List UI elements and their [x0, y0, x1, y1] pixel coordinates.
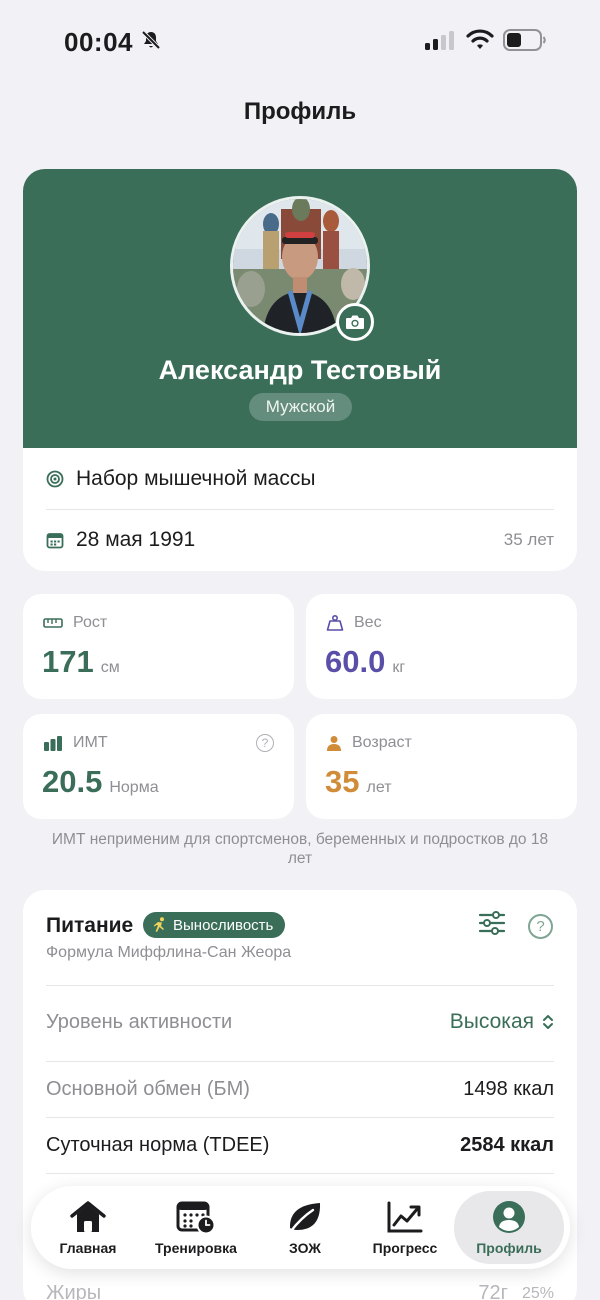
status-bar: 00:04 [0, 0, 600, 80]
weight-value: 60.0 [325, 644, 386, 679]
tdee-label: Суточная норма (TDEE) [46, 1134, 270, 1156]
tab-progress[interactable]: Прогресс [350, 1191, 460, 1264]
divider [46, 1061, 554, 1062]
height-value: 171 [42, 644, 94, 679]
bmi-label: ИМТ [73, 734, 108, 751]
bmr-label: Основной обмен (БМ) [46, 1078, 250, 1100]
tab-profile-label: Профиль [476, 1240, 542, 1256]
bmi-help-icon[interactable]: ? [256, 734, 274, 752]
birthdate-row[interactable]: 28 мая 1991 35 лет [46, 528, 554, 552]
formula-text: Формула Миффлина-Сан Жеора [46, 944, 292, 961]
bmi-value: 20.5 [42, 764, 103, 799]
bmr-value: 1498 ккал [463, 1078, 554, 1100]
fat-row: Жиры 72г 25% [46, 1282, 554, 1300]
user-name: Александр Тестовый [158, 355, 442, 385]
fat-percent: 25% [521, 1284, 554, 1300]
bmi-note: ИМТ неприменим для спортсменов, беременн… [51, 831, 549, 867]
weight-card[interactable]: Вес 60.0 кг [306, 594, 577, 699]
endurance-badge-label: Выносливость [173, 916, 274, 934]
tab-zozh[interactable]: ЗОЖ [250, 1191, 360, 1264]
battery-icon [503, 29, 546, 51]
divider [46, 985, 554, 986]
height-label: Рост [73, 614, 108, 631]
fat-value: 72г [478, 1282, 508, 1300]
tab-home-label: Главная [59, 1240, 117, 1256]
height-card[interactable]: Рост 171 см [23, 594, 294, 699]
divider [46, 1173, 554, 1174]
bmi-status: Норма [109, 779, 159, 796]
tab-profile[interactable]: Профиль [454, 1191, 564, 1264]
change-photo-button[interactable] [336, 303, 374, 341]
leaf-icon [289, 1203, 321, 1233]
birthdate-text: 28 мая 1991 [76, 528, 196, 551]
goal-row[interactable]: Набор мышечной массы [46, 467, 554, 491]
activity-select[interactable]: Высокая [450, 1010, 554, 1034]
tab-zozh-label: ЗОЖ [289, 1240, 321, 1256]
ruler-icon [43, 618, 63, 628]
nutrition-help-icon[interactable]: ? [528, 914, 553, 939]
tdee-value: 2584 ккал [460, 1134, 554, 1156]
nutrition-title: Питание [46, 914, 134, 937]
tab-progress-label: Прогресс [372, 1240, 438, 1256]
tab-home[interactable]: Главная [33, 1191, 143, 1264]
camera-icon [346, 315, 364, 329]
tab-training-label: Тренировка [155, 1240, 237, 1256]
profile-header: Александр Тестовый Мужской [23, 169, 577, 448]
settings-sliders-icon[interactable] [478, 910, 506, 936]
activity-row[interactable]: Уровень активности Высокая [46, 1010, 554, 1034]
chart-up-icon [387, 1201, 423, 1233]
target-icon [46, 470, 64, 488]
activity-value: Высокая [449, 1010, 534, 1033]
goal-text: Набор мышечной массы [76, 467, 316, 490]
wifi-icon [466, 29, 494, 49]
divider [46, 509, 554, 510]
calendar-icon [46, 533, 64, 549]
bar-chart-icon [44, 736, 62, 751]
chevron-up-down-icon [543, 1015, 553, 1029]
calendar-clock-icon [176, 1201, 216, 1234]
person-icon [327, 736, 341, 751]
house-icon [70, 1201, 106, 1232]
runner-icon [153, 917, 164, 932]
height-unit: см [100, 659, 120, 676]
activity-label: Уровень активности [46, 1010, 233, 1033]
endurance-badge[interactable]: Выносливость [143, 912, 286, 938]
tab-training[interactable]: Тренировка [141, 1191, 251, 1264]
bell-muted-icon [141, 30, 161, 50]
profile-card: Александр Тестовый Мужской Набор мышечно… [23, 169, 577, 571]
age-unit: лет [366, 779, 392, 796]
weight-unit: кг [392, 659, 406, 676]
tab-bar: Главная Тренировка ЗОЖ Прогресс Профиль [31, 1186, 570, 1269]
weight-label: Вес [354, 614, 382, 631]
divider [46, 1117, 554, 1118]
bmr-row: Основной обмен (БМ) 1498 ккал [46, 1078, 554, 1101]
tdee-row: Суточная норма (TDEE) 2584 ккал [46, 1134, 554, 1157]
age-card[interactable]: Возраст 35 лет [306, 714, 577, 819]
fat-label: Жиры [46, 1282, 102, 1300]
page-title: Профиль [243, 98, 357, 125]
age-label: Возраст [352, 734, 412, 751]
gender-badge: Мужской [249, 393, 352, 421]
age-text: 35 лет [503, 530, 554, 549]
cellular-signal-icon [425, 30, 454, 50]
weight-icon [326, 614, 344, 631]
person-circle-icon [493, 1201, 525, 1233]
age-value: 35 [325, 764, 360, 799]
status-time: 00:04 [64, 27, 133, 57]
bmi-card[interactable]: ИМТ ? 20.5 Норма [23, 714, 294, 819]
